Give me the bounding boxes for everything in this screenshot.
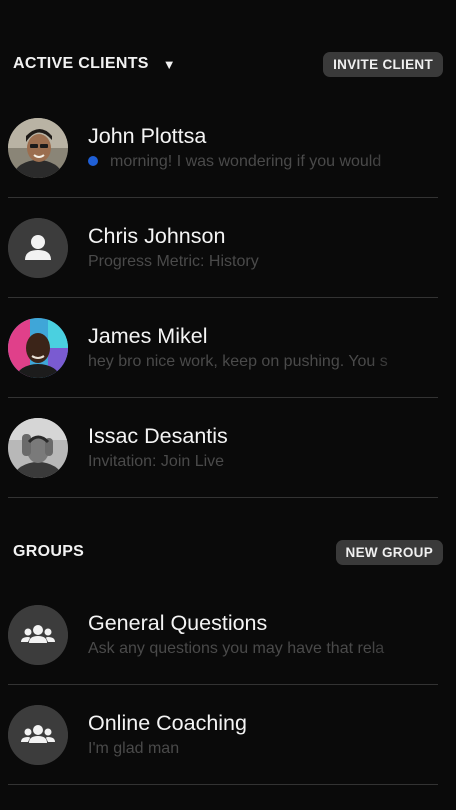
active-clients-header: ACTIVE CLIENTS ▼ INVITE CLIENT [0, 48, 456, 80]
client-row-james-mikel[interactable]: James Mikel hey bro nice work, keep on p… [8, 298, 438, 398]
avatar [8, 317, 68, 378]
message-preview: hey bro nice work, keep on pushing. You … [88, 352, 388, 370]
avatar [8, 417, 68, 478]
avatar [8, 117, 68, 178]
message-preview: I'm glad man [88, 739, 180, 757]
person-placeholder-icon [8, 217, 68, 278]
invite-client-button[interactable]: INVITE CLIENT [323, 51, 443, 77]
client-row-chris-johnson[interactable]: Chris Johnson Progress Metric: History [8, 198, 438, 298]
group-name: Online Coaching [88, 710, 247, 735]
active-clients-title: ACTIVE CLIENTS [13, 55, 149, 72]
client-name: Chris Johnson [88, 223, 226, 248]
message-preview: Invitation: Join Live [88, 452, 225, 470]
group-name: General Questions [88, 610, 268, 635]
client-row-john-plottsa[interactable]: John Plottsa morning! I was wondering if… [8, 98, 438, 198]
client-name: John Plottsa [88, 123, 207, 148]
group-icon [8, 704, 68, 765]
client-list: John Plottsa morning! I was wondering if… [8, 98, 438, 498]
new-group-button[interactable]: NEW GROUP [335, 539, 443, 565]
message-preview: Progress Metric: History [88, 252, 259, 270]
active-clients-dropdown[interactable]: ACTIVE CLIENTS ▼ [13, 55, 176, 73]
message-preview: morning! I was wondering if you would [88, 151, 438, 173]
client-name: James Mikel [88, 323, 208, 348]
message-preview: Ask any questions you may have that rela [88, 639, 385, 657]
groups-header: GROUPS NEW GROUP [0, 536, 456, 568]
unread-dot-icon [88, 155, 98, 166]
client-row-issac-desantis[interactable]: Issac Desantis Invitation: Join Live [8, 398, 438, 498]
group-row-online-coaching[interactable]: Online Coaching I'm glad man [8, 685, 438, 785]
client-name: Issac Desantis [88, 423, 228, 448]
group-row-general-questions[interactable]: General Questions Ask any questions you … [8, 585, 438, 685]
groups-title: GROUPS [13, 543, 85, 560]
caret-down-icon: ▼ [162, 56, 176, 72]
group-icon [8, 604, 68, 665]
group-list: General Questions Ask any questions you … [8, 585, 438, 785]
